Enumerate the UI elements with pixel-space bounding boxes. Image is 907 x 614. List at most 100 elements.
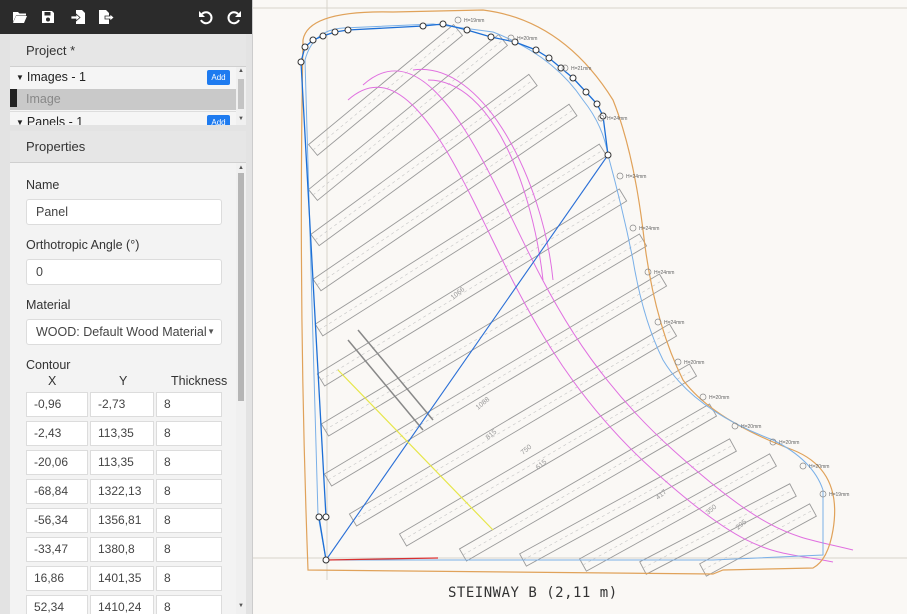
tree-node-images-label: Images - 1 — [26, 70, 86, 84]
contour-y-input[interactable]: 113,35 — [90, 450, 154, 475]
contour-node-handle[interactable] — [331, 28, 339, 36]
contour-x-input[interactable]: -68,84 — [26, 479, 88, 504]
contour-node-handle[interactable] — [532, 46, 540, 54]
contour-node-handle[interactable] — [604, 151, 612, 159]
contour-x-input[interactable]: -20,06 — [26, 450, 88, 475]
column-header-y: Y — [119, 374, 128, 388]
drawing-canvas[interactable]: 1066 1088 815 750 615 417 350 295 H=19mm H=20mm H… — [252, 0, 907, 614]
name-input[interactable]: Panel — [26, 199, 222, 225]
contour-node-handle[interactable] — [322, 556, 330, 564]
import-icon[interactable] — [68, 7, 88, 27]
contour-row: -2,43 113,35 8 — [26, 421, 222, 446]
rib — [312, 103, 578, 292]
open-folder-icon[interactable] — [10, 7, 30, 27]
contour-node-handle[interactable] — [301, 43, 309, 51]
add-panel-button[interactable]: Add — [207, 115, 230, 125]
contour-thickness-input[interactable]: 8 — [156, 508, 222, 533]
contour-node-handle[interactable] — [487, 33, 495, 41]
column-header-thickness: Thickness — [171, 374, 228, 388]
rib-centerline — [312, 29, 459, 151]
rib — [316, 188, 628, 387]
contour-node-handle[interactable] — [593, 100, 601, 108]
angle-input[interactable]: 0 — [26, 259, 222, 285]
bridge-edge — [427, 79, 544, 281]
tree-node-panels-label: Panels - 1 — [26, 115, 84, 125]
redo-icon[interactable] — [224, 7, 244, 27]
contour-x-input[interactable]: 52,34 — [26, 595, 88, 614]
scroll-up-icon[interactable]: ▲ — [237, 165, 245, 171]
contour-y-input[interactable]: -2,73 — [90, 392, 154, 417]
contour-x-input[interactable]: -2,43 — [26, 421, 88, 446]
caret-down-icon[interactable]: ▼ — [16, 67, 24, 88]
contour-thickness-input[interactable]: 8 — [156, 392, 222, 417]
toolbar — [0, 0, 252, 34]
contour-node-handle[interactable] — [309, 36, 317, 44]
properties-scroll-thumb[interactable] — [238, 173, 244, 401]
rib-height-label: H=19mm — [464, 18, 484, 24]
contour-y-input[interactable]: 1356,81 — [90, 508, 154, 533]
scroll-down-icon[interactable]: ▼ — [237, 116, 245, 122]
rib-height-label: H=20mm — [517, 36, 537, 42]
contour-x-input[interactable]: -0,96 — [26, 392, 88, 417]
contour-y-input[interactable]: 1410,24 — [90, 595, 154, 614]
contour-thickness-input[interactable]: 8 — [156, 595, 222, 614]
bridge — [347, 69, 854, 563]
properties-scrollbar[interactable]: ▲ ▼ — [236, 163, 246, 614]
contour-node-handle[interactable] — [315, 513, 323, 521]
name-label: Name — [26, 178, 60, 192]
tree-node-images[interactable]: ▼ Images - 1 Add — [10, 67, 236, 88]
contour-node-handle[interactable] — [569, 74, 577, 82]
contour-y-input[interactable]: 1322,13 — [90, 479, 154, 504]
rib-centerline — [702, 509, 814, 571]
rib-centerline — [314, 79, 534, 241]
caret-down-icon[interactable]: ▼ — [16, 112, 24, 125]
contour-y-input[interactable]: 1380,8 — [90, 537, 154, 562]
contour-node-handle[interactable] — [419, 22, 427, 30]
undo-icon[interactable] — [196, 7, 216, 27]
rib — [323, 273, 668, 487]
save-icon[interactable] — [38, 7, 58, 27]
properties-header[interactable]: Properties — [10, 131, 246, 163]
contour-thickness-input[interactable]: 8 — [156, 566, 222, 591]
tree-scroll-thumb[interactable] — [238, 79, 244, 109]
contour-label: Contour — [26, 358, 71, 372]
contour-thickness-input[interactable]: 8 — [156, 450, 222, 475]
rib-length-label: 295 — [735, 519, 749, 532]
contour-x-input[interactable]: 16,86 — [26, 566, 88, 591]
contour-node-handle[interactable] — [344, 26, 352, 34]
rib-length-label: 1066 — [450, 286, 467, 301]
scroll-down-icon[interactable]: ▼ — [237, 603, 245, 609]
contour-y-input[interactable]: 1401,35 — [90, 566, 154, 591]
material-select[interactable]: WOOD: Default Wood Material ▼ — [26, 319, 222, 345]
rib-height-label: H=20mm — [779, 440, 799, 446]
tree-scrollbar[interactable]: ▲ ▼ — [236, 67, 246, 125]
export-icon[interactable] — [96, 7, 116, 27]
rib-end-marker-icon — [699, 393, 707, 401]
scroll-up-icon[interactable]: ▲ — [237, 68, 245, 74]
contour-node-handle[interactable] — [463, 26, 471, 34]
contour-x-input[interactable]: -33,47 — [26, 537, 88, 562]
rib-centerline — [327, 279, 664, 481]
tree-item-image[interactable]: Image — [10, 89, 236, 110]
contour-node-handle[interactable] — [297, 58, 305, 66]
add-image-button[interactable]: Add — [207, 70, 230, 85]
contour-thickness-input[interactable]: 8 — [156, 479, 222, 504]
contour-node-handle[interactable] — [545, 54, 553, 62]
tree-node-panels[interactable]: ▼ Panels - 1 Add — [10, 111, 236, 125]
contour-node-handle[interactable] — [322, 513, 330, 521]
soundboard-drawing[interactable]: 10661088815750615417350295 H=19mmH=20mmH… — [253, 0, 907, 614]
contour-x-input[interactable]: -56,34 — [26, 508, 88, 533]
outlines — [300, 9, 836, 575]
contour-node-handle[interactable] — [439, 20, 447, 28]
contour-thickness-input[interactable]: 8 — [156, 421, 222, 446]
project-header[interactable]: Project * — [10, 34, 246, 67]
contour-thickness-input[interactable]: 8 — [156, 537, 222, 562]
contour-node-handle[interactable] — [319, 32, 327, 40]
contour-node-handle[interactable] — [582, 88, 590, 96]
left-panel: Project * ▼ Images - 1 Add Image ▼ Panels … — [0, 0, 252, 614]
cross-brace — [357, 329, 434, 421]
material-label: Material — [26, 298, 71, 312]
contour-y-input[interactable]: 113,35 — [90, 421, 154, 446]
rib-end-marker-icon — [616, 172, 624, 180]
dropdown-arrow-icon[interactable]: ▼ — [207, 320, 215, 344]
